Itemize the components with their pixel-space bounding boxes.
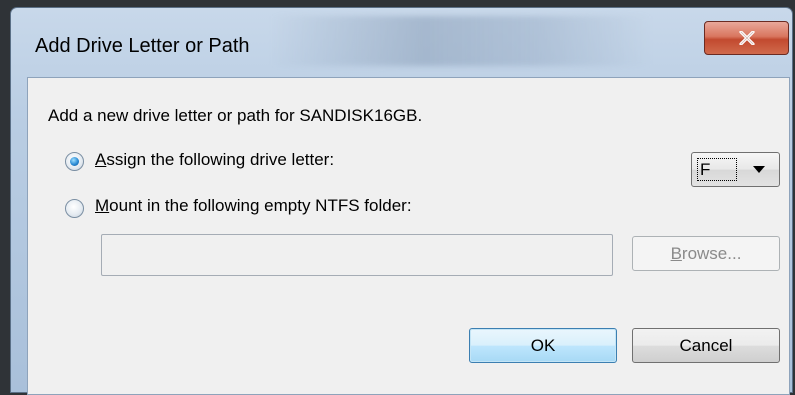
dialog-window: Add Drive Letter or Path Add a new drive…	[10, 7, 793, 395]
drive-letter-value: F	[697, 158, 737, 181]
browse-label-rest: rowse...	[681, 243, 742, 263]
titlebar-glass-effect	[271, 16, 651, 66]
close-icon	[738, 31, 755, 45]
mnemonic-assign: A	[95, 150, 107, 169]
radio-assign-drive-letter[interactable]	[65, 152, 84, 171]
close-button[interactable]	[704, 21, 789, 55]
dialog-description: Add a new drive letter or path for SANDI…	[48, 106, 423, 125]
dialog-client-area: Add a new drive letter or path for SANDI…	[27, 77, 790, 395]
drive-letter-select[interactable]: F	[691, 152, 780, 187]
label-assign-drive-letter[interactable]: Assign the following drive letter:	[95, 150, 334, 170]
label-mount-rest: ount in the following empty NTFS folder:	[109, 196, 412, 215]
radio-selected-dot	[70, 157, 79, 166]
mnemonic-browse: B	[670, 243, 682, 263]
label-assign-rest: ssign the following drive letter:	[106, 150, 335, 169]
radio-mount-ntfs-folder[interactable]	[65, 199, 84, 218]
ok-button[interactable]: OK	[469, 328, 617, 363]
chevron-down-icon	[753, 166, 765, 173]
mnemonic-mount: M	[95, 196, 110, 215]
browse-button[interactable]: Browse...	[632, 236, 780, 271]
window-title: Add Drive Letter or Path	[35, 35, 250, 57]
cancel-button[interactable]: Cancel	[632, 328, 780, 363]
folder-path-input[interactable]	[101, 234, 613, 276]
label-mount-ntfs-folder[interactable]: Mount in the following empty NTFS folder…	[95, 196, 412, 216]
